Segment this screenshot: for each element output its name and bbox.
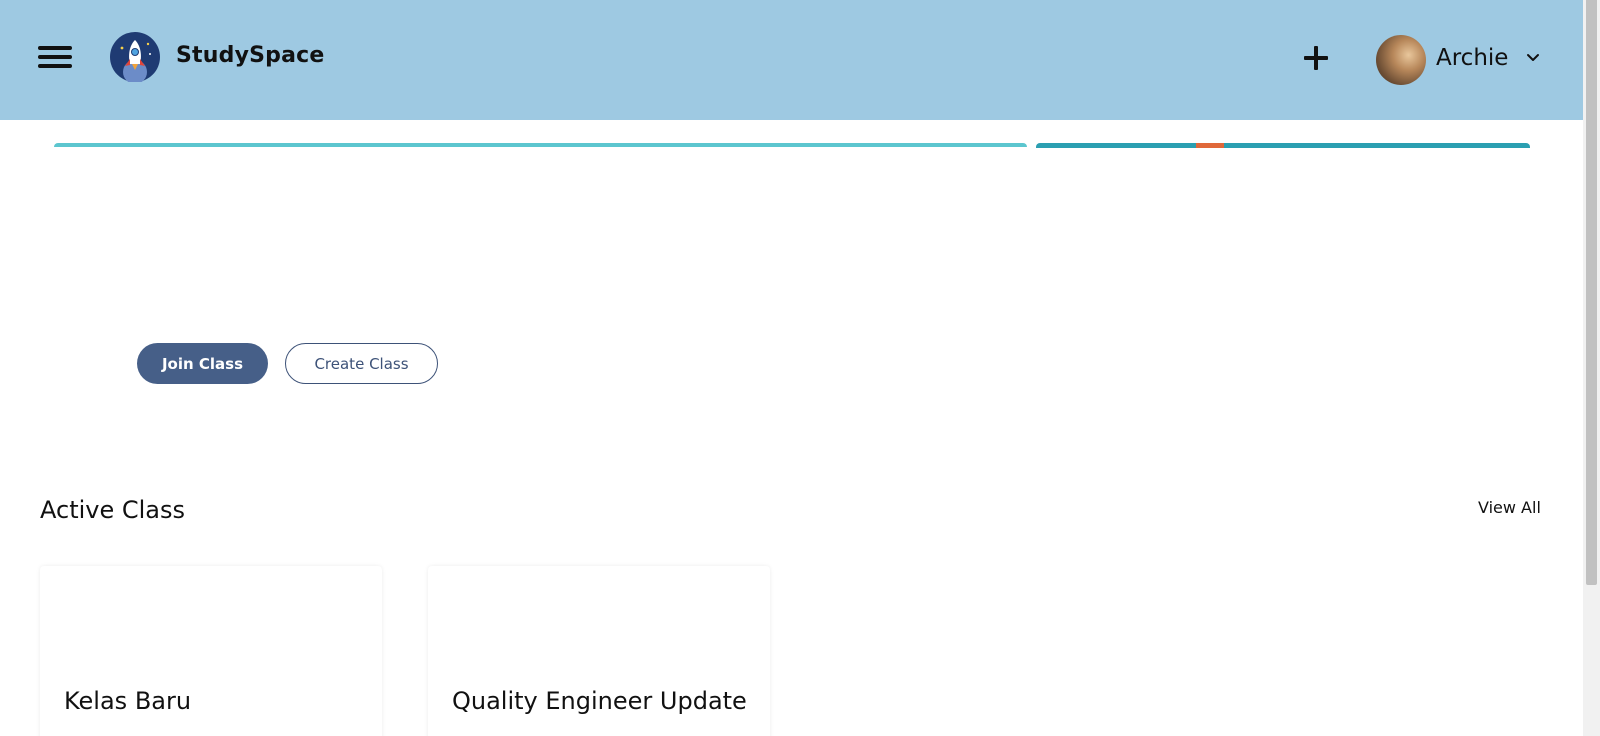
chevron-down-icon[interactable] bbox=[1526, 51, 1540, 65]
user-menu[interactable]: Archie bbox=[1376, 35, 1552, 85]
section-title: Active Class bbox=[40, 496, 186, 524]
view-all-link[interactable]: View All bbox=[1478, 498, 1541, 517]
create-class-button[interactable]: Create Class bbox=[285, 343, 438, 384]
hamburger-menu-icon[interactable] bbox=[38, 46, 72, 70]
rocket-logo-icon bbox=[110, 32, 160, 82]
banner-image-left bbox=[54, 143, 1027, 147]
class-card[interactable]: Quality Engineer Update bbox=[428, 566, 770, 736]
top-header: StudySpace Archie bbox=[0, 0, 1583, 120]
class-card[interactable]: Kelas Baru bbox=[40, 566, 382, 736]
user-name: Archie bbox=[1436, 45, 1509, 71]
brand-name[interactable]: StudySpace bbox=[176, 43, 325, 68]
class-name: Quality Engineer Update bbox=[452, 687, 747, 715]
join-class-button[interactable]: Join Class bbox=[137, 343, 268, 384]
class-name: Kelas Baru bbox=[64, 687, 192, 715]
add-icon[interactable] bbox=[1302, 44, 1330, 72]
scrollbar-thumb[interactable] bbox=[1586, 0, 1597, 585]
avatar[interactable] bbox=[1376, 35, 1426, 85]
banner-image-right bbox=[1036, 143, 1530, 148]
